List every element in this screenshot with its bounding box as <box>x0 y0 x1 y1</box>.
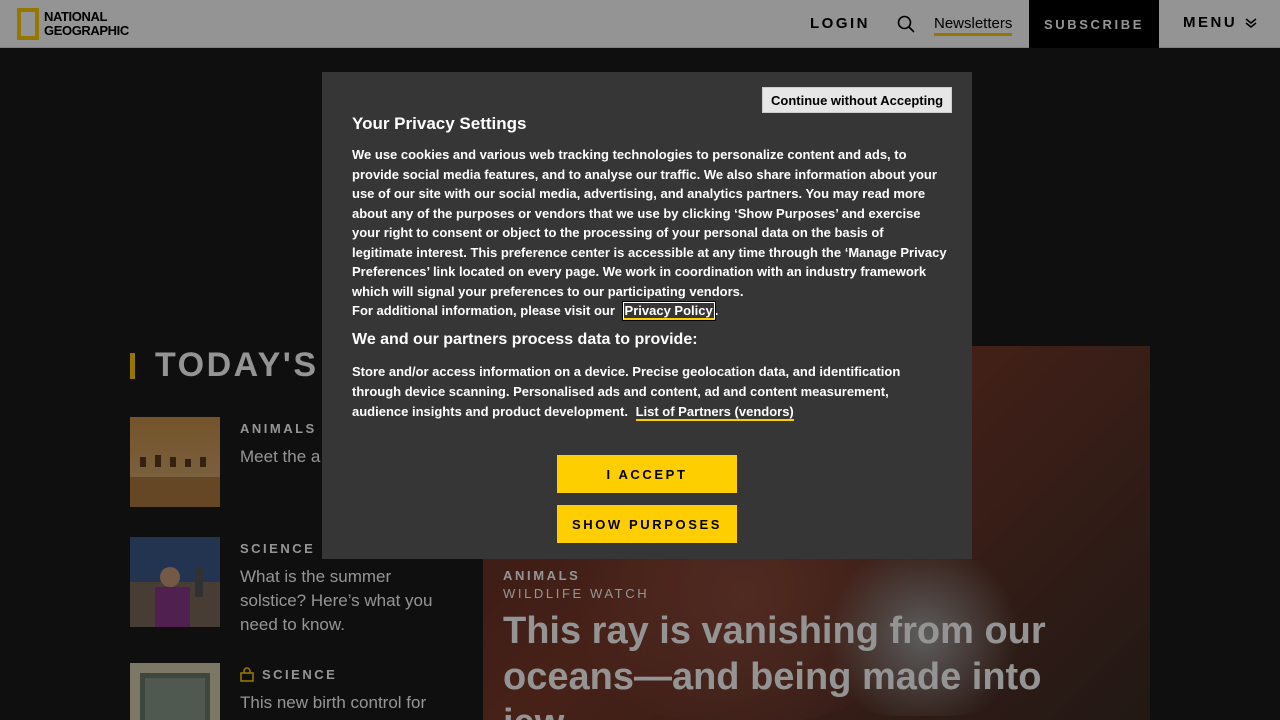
dialog-body: We use cookies and various web tracking … <box>352 145 947 321</box>
purposes-text: Store and/or access information on a dev… <box>352 362 947 422</box>
show-purposes-button[interactable]: SHOW PURPOSES <box>557 505 737 543</box>
additional-info-text: For additional information, please visit… <box>352 303 615 318</box>
privacy-settings-dialog: Continue without Accepting Your Privacy … <box>322 72 972 559</box>
dialog-body-text: We use cookies and various web tracking … <box>352 147 947 299</box>
accept-button[interactable]: I ACCEPT <box>557 455 737 493</box>
list-of-partners-link[interactable]: List of Partners (vendors) <box>635 404 794 421</box>
continue-without-accepting-button[interactable]: Continue without Accepting <box>762 87 953 113</box>
purposes-description: Store and/or access information on a dev… <box>352 364 901 419</box>
additional-info-period: . <box>714 303 719 318</box>
dialog-subheading: We and our partners process data to prov… <box>352 331 698 348</box>
privacy-policy-link[interactable]: Privacy Policy <box>621 301 716 321</box>
dialog-title: Your Privacy Settings <box>352 114 527 133</box>
